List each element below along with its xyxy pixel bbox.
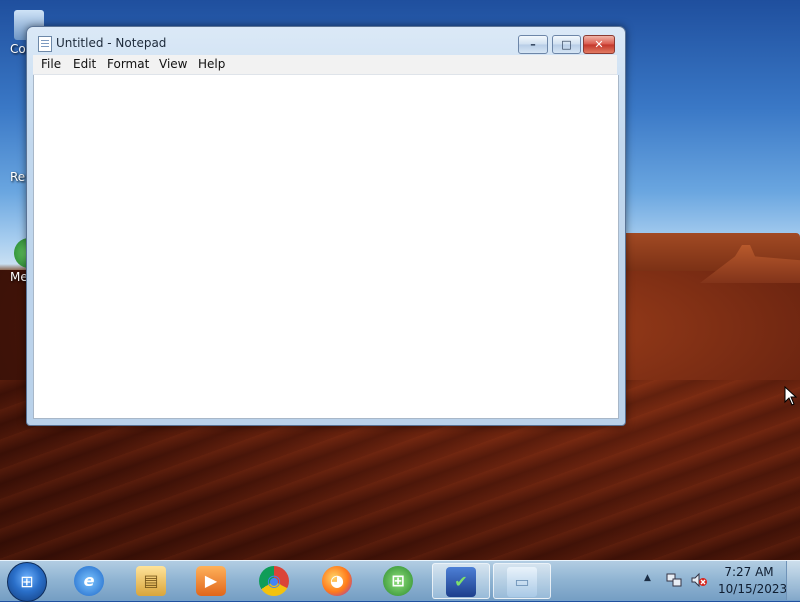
taskbar-notepad[interactable]: ▭ [493, 563, 551, 599]
menu-bar: File Edit Format View Help [33, 55, 617, 75]
menu-file[interactable]: File [41, 57, 61, 71]
text-editor-area[interactable] [33, 75, 619, 419]
taskbar-internet-explorer[interactable]: e [64, 563, 114, 597]
show-hidden-icons-button[interactable]: ▲ [644, 573, 651, 583]
menu-view[interactable]: View [159, 57, 187, 71]
windows-start-icon: ⊞ [20, 572, 34, 591]
close-icon: ✕ [594, 38, 604, 51]
media-center-icon: ⊞ [383, 566, 413, 596]
network-icon[interactable] [666, 572, 682, 588]
taskbar-media-player[interactable]: ▶ [186, 563, 236, 597]
menu-edit[interactable]: Edit [73, 57, 96, 71]
firefox-icon: ◕ [322, 566, 352, 596]
media-player-icon: ▶ [196, 566, 226, 596]
show-desktop-button[interactable] [786, 561, 800, 600]
title-bar[interactable]: Untitled - Notepad – □ ✕ [27, 27, 625, 57]
taskbar-chrome[interactable]: ◉ [249, 563, 299, 597]
maximize-icon: □ [561, 38, 572, 51]
minimize-button[interactable]: – [518, 35, 548, 54]
notepad-icon [38, 36, 52, 52]
taskbar-firefox[interactable]: ◕ [312, 563, 362, 597]
notepad-window[interactable]: Untitled - Notepad – □ ✕ File Edit Forma… [26, 26, 626, 426]
ie-icon: e [74, 566, 104, 596]
clock-date[interactable]: 10/15/2023 [718, 582, 787, 596]
taskbar-action-center[interactable]: ✔ [432, 563, 490, 599]
menu-help[interactable]: Help [198, 57, 225, 71]
close-button[interactable]: ✕ [583, 35, 615, 54]
mouse-cursor-icon [784, 386, 798, 406]
clock-time[interactable]: 7:27 AM [718, 565, 780, 579]
start-button[interactable]: ⊞ [7, 562, 47, 602]
minimize-icon: – [530, 38, 536, 51]
folder-icon: ▤ [136, 566, 166, 596]
maximize-button[interactable]: □ [552, 35, 581, 54]
menu-format[interactable]: Format [107, 57, 149, 71]
volume-muted-icon[interactable] [690, 572, 708, 588]
action-center-icon: ✔ [446, 567, 476, 597]
chrome-icon: ◉ [259, 566, 289, 596]
taskbar-media-center[interactable]: ⊞ [373, 563, 423, 597]
window-title: Untitled - Notepad [56, 36, 167, 50]
notepad-icon: ▭ [507, 567, 537, 597]
taskbar-file-explorer[interactable]: ▤ [126, 563, 176, 597]
